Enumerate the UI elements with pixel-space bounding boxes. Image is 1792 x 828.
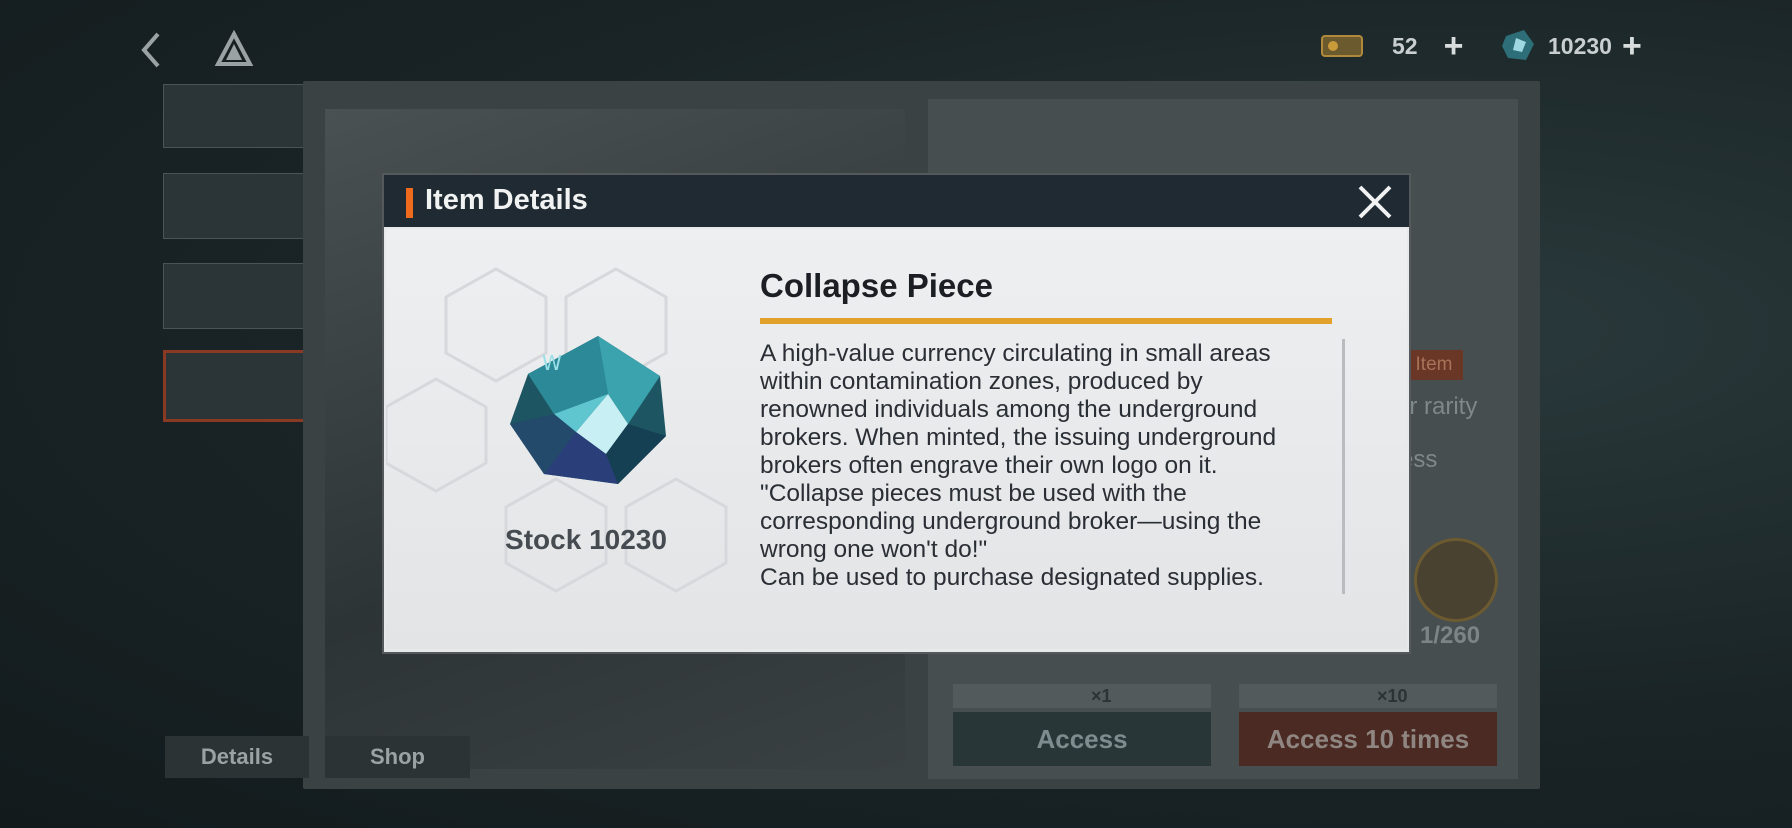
access-cost-value: ×1 <box>1091 685 1112 706</box>
banner-thumb-4[interactable] <box>163 350 321 422</box>
item-tag: Item <box>1405 350 1463 380</box>
item-details-dialog: Item Details W Stock 10230 Collapse Piec… <box>384 175 1409 652</box>
access10-cost-value: ×10 <box>1377 685 1408 706</box>
top-bar: 52 + 10230 + <box>0 0 1792 90</box>
close-button[interactable] <box>1356 183 1394 221</box>
banner-thumb-2[interactable] <box>163 173 317 239</box>
home-logo-icon <box>214 29 254 66</box>
collapse-piece-icon: W <box>510 336 666 484</box>
banner-thumb-3[interactable] <box>163 263 317 329</box>
tab-shop[interactable]: Shop <box>325 736 470 778</box>
mystery-avatar[interactable] <box>1414 538 1498 622</box>
item-description: A high-value currency circulating in sma… <box>760 340 1277 591</box>
back-button[interactable] <box>134 28 170 72</box>
collection-count: 1/260 <box>1420 622 1481 649</box>
ticket-icon <box>1321 35 1363 57</box>
access-button[interactable]: Access <box>953 712 1211 766</box>
currency-piece: 10230 + <box>1498 24 1642 68</box>
stock-label: Stock 10230 <box>505 524 667 555</box>
collapse-piece-icon <box>1502 30 1534 60</box>
svg-text:W: W <box>542 351 562 375</box>
item-name: Collapse Piece <box>760 267 993 304</box>
header-accent-bar <box>406 188 413 218</box>
access10-cost: ×10 <box>1239 684 1497 708</box>
dialog-title: Item Details <box>425 184 588 216</box>
banner-thumb-1[interactable] <box>163 84 317 148</box>
access-cost: ×1 <box>953 684 1211 708</box>
add-piece-button[interactable]: + <box>1622 29 1642 63</box>
currency-ticket: 52 + <box>1320 24 1463 68</box>
chevron-left-icon <box>141 32 160 68</box>
dialog-body: W Stock 10230 Collapse Piece A high-valu… <box>386 229 1407 649</box>
piece-count: 10230 <box>1548 32 1612 59</box>
tab-details[interactable]: Details <box>165 736 309 778</box>
home-button[interactable] <box>214 29 254 70</box>
item-name-underline <box>760 318 1332 324</box>
description-scrollbar[interactable] <box>1342 339 1345 594</box>
access-10-times-button[interactable]: Access 10 times <box>1239 712 1497 766</box>
add-ticket-button[interactable]: + <box>1444 29 1464 63</box>
close-icon <box>1358 185 1392 219</box>
ticket-count: 52 <box>1392 32 1418 59</box>
dialog-header: Item Details <box>384 175 1409 227</box>
